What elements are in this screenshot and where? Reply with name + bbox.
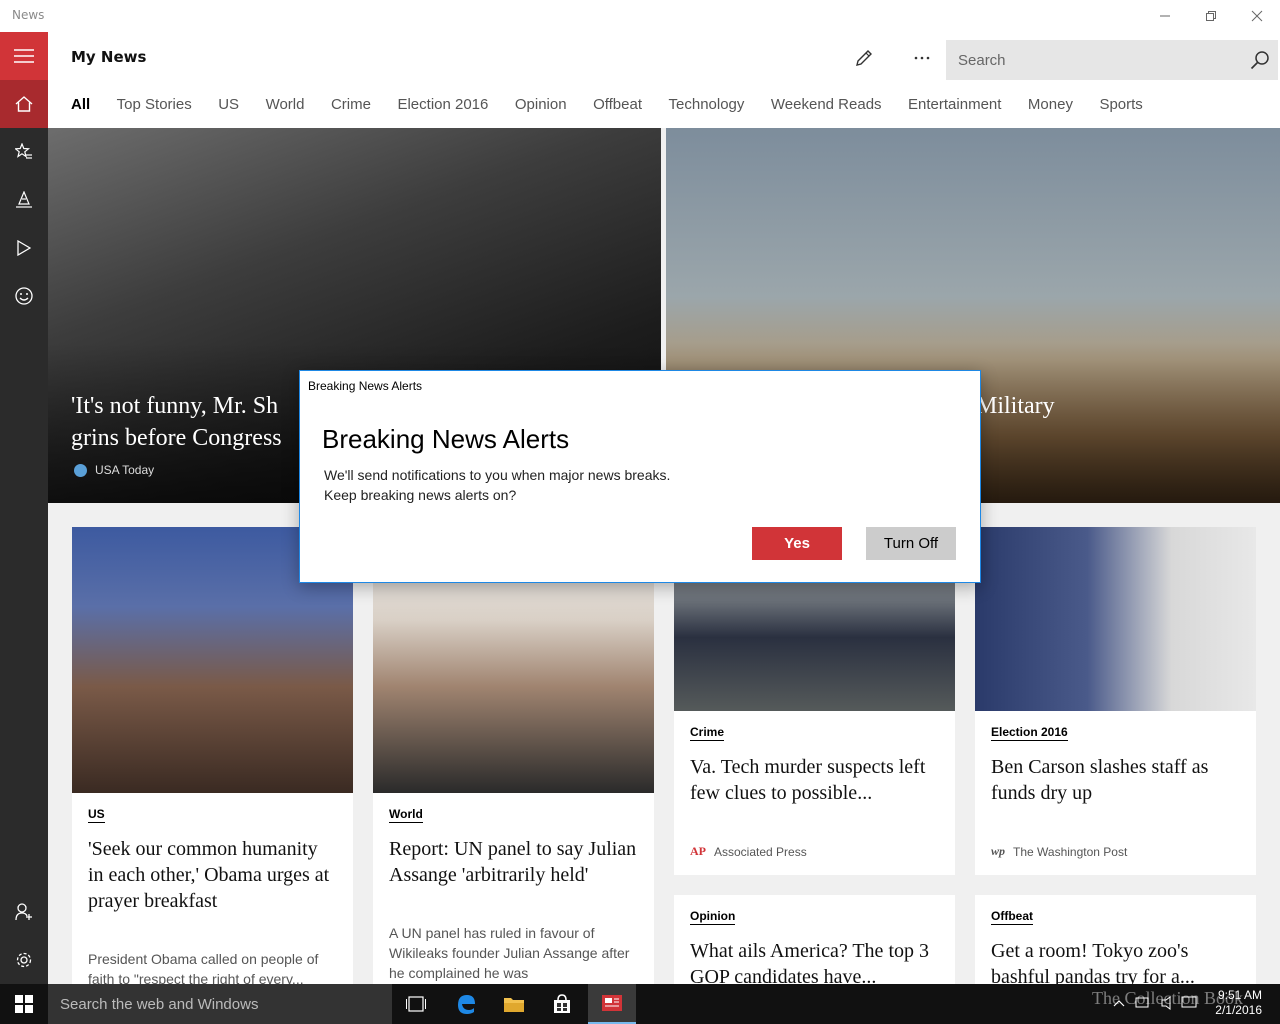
nav-local-button[interactable] (0, 176, 48, 224)
more-icon (914, 56, 930, 60)
story-category: Offbeat (991, 909, 1033, 925)
story-card[interactable]: Election 2016 Ben Carson slashes staff a… (975, 527, 1256, 875)
windows-logo-icon (15, 995, 33, 1013)
usa-today-logo-icon (74, 463, 87, 477)
dialog-title: Breaking News Alerts (322, 424, 570, 454)
story-title: 'Seek our common humanity in each other,… (88, 838, 330, 912)
watermark-text: The Collection Book (1092, 988, 1243, 1008)
story-title: Get a room! Tokyo zoo's bashful pandas t… (991, 940, 1195, 984)
tab-entertainment[interactable]: Entertainment (908, 96, 1001, 116)
edge-icon (458, 995, 475, 1014)
edit-button[interactable] (848, 42, 880, 74)
restore-icon (1206, 11, 1216, 21)
story-source: AP Associated Press (690, 844, 807, 859)
tab-opinion[interactable]: Opinion (515, 96, 567, 116)
story-category: Opinion (690, 909, 736, 925)
pencil-icon (856, 50, 872, 66)
hamburger-menu-button[interactable] (0, 32, 48, 80)
taskbar: Search the web and Windows 9:51 AM 2/1/2… (0, 984, 1280, 1024)
left-navigation (0, 32, 48, 984)
nav-settings-button[interactable] (0, 936, 48, 984)
restore-button[interactable] (1188, 0, 1234, 32)
tab-weekend-reads[interactable]: Weekend Reads (771, 96, 882, 116)
home-icon (15, 96, 33, 112)
tab-money[interactable]: Money (1028, 96, 1073, 116)
dialog-message: We'll send notifications to you when maj… (324, 467, 671, 503)
story-summary: A UN panel has ruled in favour of Wikile… (389, 925, 630, 981)
story-category: US (88, 807, 105, 823)
tab-offbeat[interactable]: Offbeat (593, 96, 642, 116)
story-category: Crime (690, 725, 725, 741)
folder-icon (504, 998, 524, 1012)
nav-feedback-button[interactable] (0, 272, 48, 320)
hero-source: USA Today (74, 463, 154, 477)
minimize-button[interactable] (1142, 0, 1188, 32)
play-icon (17, 240, 31, 256)
search-box (946, 40, 1278, 80)
nav-account-button[interactable] (0, 888, 48, 936)
minimize-icon (1160, 15, 1170, 17)
story-source: wp The Washington Post (991, 844, 1128, 859)
store-button[interactable] (538, 984, 586, 1024)
story-category: Election 2016 (991, 725, 1068, 741)
story-category: World (389, 807, 423, 823)
local-news-icon (16, 191, 32, 208)
store-bag-icon (554, 994, 570, 1013)
story-title: Va. Tech murder suspects left few clues … (690, 756, 926, 804)
tab-technology[interactable]: Technology (669, 96, 745, 116)
tab-all[interactable]: All (71, 96, 90, 116)
hamburger-icon (14, 49, 34, 63)
nav-video-button[interactable] (0, 224, 48, 272)
hero-headline: Military (976, 393, 1055, 419)
task-view-button[interactable] (392, 984, 440, 1024)
story-card[interactable]: Opinion What ails America? The top 3 GOP… (674, 895, 955, 984)
nav-interests-button[interactable] (0, 128, 48, 176)
story-summary: President Obama called on people of fait… (88, 951, 319, 984)
search-button[interactable] (1244, 44, 1276, 76)
add-person-icon (15, 903, 32, 921)
story-card[interactable]: Offbeat Get a room! Tokyo zoo's bashful … (975, 895, 1256, 984)
close-icon (1251, 10, 1263, 22)
ap-logo-icon: AP (690, 844, 706, 858)
close-button[interactable] (1234, 0, 1280, 32)
search-icon (1250, 51, 1269, 70)
tab-us[interactable]: US (218, 96, 239, 116)
breaking-news-alerts-dialog: Breaking News Alerts Breaking News Alert… (299, 370, 981, 583)
category-tabs: All Top Stories US World Crime Election … (71, 96, 1169, 116)
turn-off-button[interactable]: Turn Off (866, 527, 956, 560)
news-app-button[interactable] (588, 984, 636, 1024)
app-header: My News All Top Stories US World Crime E… (48, 32, 1280, 128)
more-options-button[interactable] (906, 42, 938, 74)
window-titlebar: News (0, 0, 1280, 32)
tab-election-2016[interactable]: Election 2016 (397, 96, 488, 116)
tab-world[interactable]: World (266, 96, 305, 116)
dialog-caption: Breaking News Alerts (308, 379, 423, 393)
task-view-icon (406, 996, 426, 1012)
taskbar-search-box[interactable]: Search the web and Windows (48, 984, 392, 1024)
smiley-icon (15, 287, 33, 305)
story-title: What ails America? The top 3 GOP candida… (690, 940, 929, 984)
file-explorer-button[interactable] (490, 984, 538, 1024)
washington-post-logo-icon: wp (991, 844, 1006, 858)
edge-browser-button[interactable] (442, 984, 490, 1024)
story-image (975, 527, 1256, 711)
yes-button[interactable]: Yes (752, 527, 842, 560)
nav-home-button[interactable] (0, 80, 48, 128)
search-input[interactable] (946, 40, 1236, 80)
story-card[interactable]: World Report: UN panel to say Julian Ass… (373, 527, 654, 984)
gear-icon (16, 952, 32, 968)
tab-top-stories[interactable]: Top Stories (117, 96, 192, 116)
page-title: My News (71, 48, 147, 66)
start-button[interactable] (0, 984, 48, 1024)
news-icon (602, 995, 622, 1011)
window-title: News (12, 8, 45, 22)
tab-crime[interactable]: Crime (331, 96, 371, 116)
tab-sports[interactable]: Sports (1099, 96, 1142, 116)
story-title: Report: UN panel to say Julian Assange '… (389, 838, 637, 886)
star-list-icon (15, 143, 32, 159)
story-title: Ben Carson slashes staff as funds dry up (991, 756, 1209, 804)
story-card[interactable]: US 'Seek our common humanity in each oth… (72, 527, 353, 984)
